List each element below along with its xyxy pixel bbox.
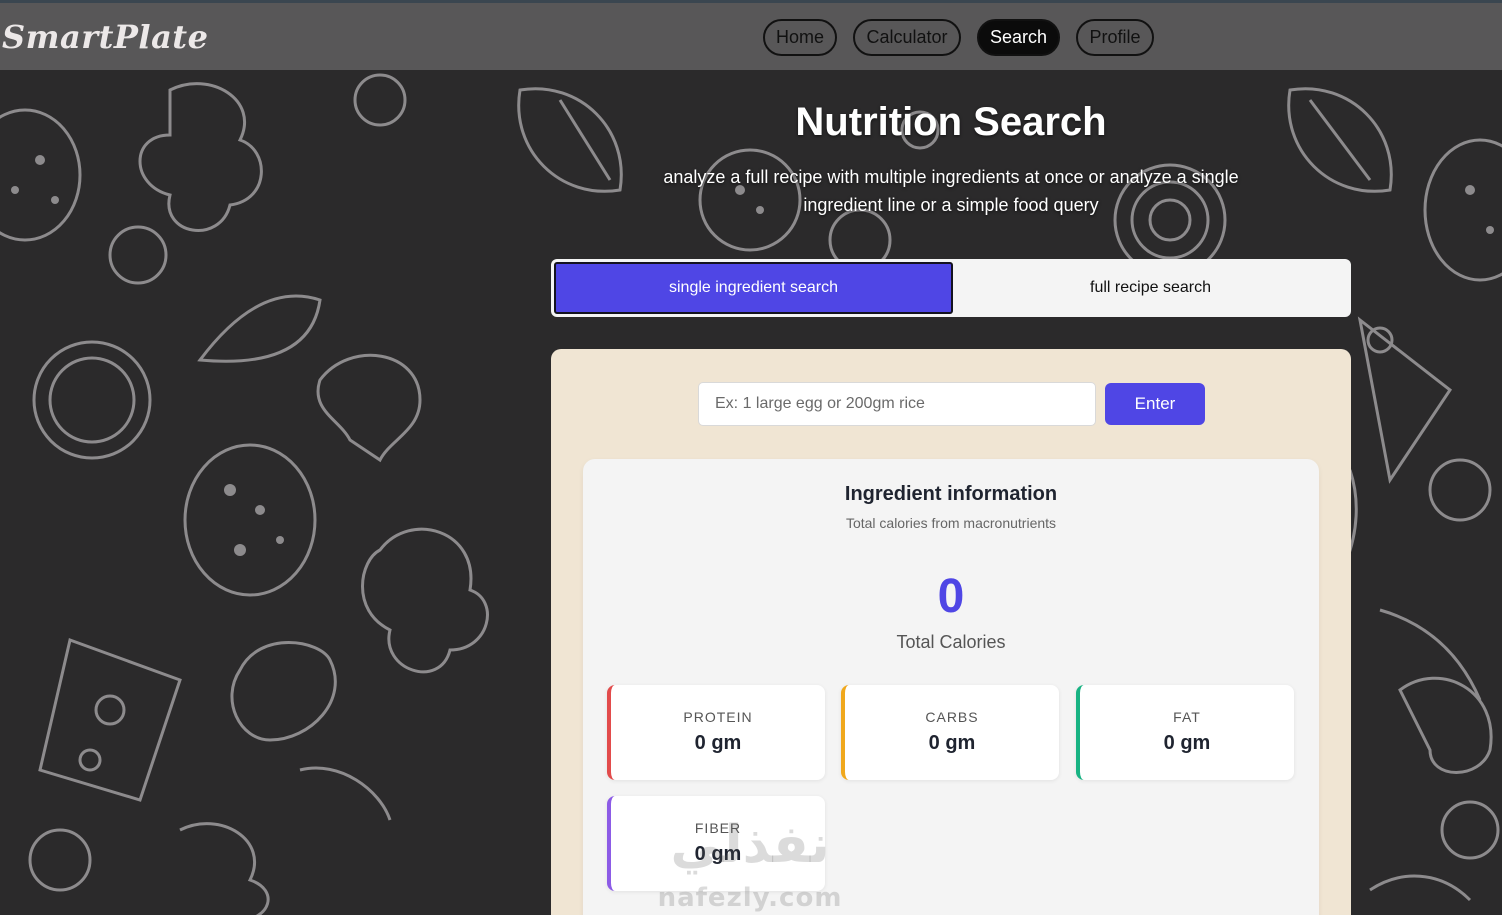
ingredient-search-input[interactable] <box>698 382 1096 426</box>
macro-card-protein: PROTEIN 0 gm <box>607 685 825 780</box>
macro-card-fat: FAT 0 gm <box>1076 685 1294 780</box>
tab-single-ingredient-search[interactable]: single ingredient search <box>554 262 953 314</box>
macro-card-carbs: CARBS 0 gm <box>841 685 1059 780</box>
search-panel: Enter Ingredient information Total calor… <box>551 349 1351 915</box>
ingredient-info-title: Ingredient information <box>844 483 1058 505</box>
top-navbar: SmartPlate Home Calculator Search Profil… <box>0 0 1502 70</box>
total-calories-label: Total Calories <box>896 632 1006 652</box>
macro-value: 0 gm <box>694 843 742 865</box>
macro-label: FIBER <box>694 820 742 836</box>
nav-profile-button[interactable]: Profile <box>1076 19 1154 56</box>
ingredient-info-subtitle: Total calories from macronutrients <box>845 515 1057 531</box>
ingredient-info-card: Ingredient information Total calories fr… <box>583 459 1319 915</box>
macro-value: 0 gm <box>1163 732 1211 754</box>
macro-value: 0 gm <box>694 732 742 754</box>
page-title: Nutrition Search <box>795 100 1107 144</box>
total-calories-value: 0 <box>937 570 965 623</box>
macro-label: FAT <box>1173 709 1201 725</box>
macro-card-fiber: FIBER 0 gm <box>607 796 825 891</box>
macro-value: 0 gm <box>928 732 976 754</box>
nav-home-button[interactable]: Home <box>763 19 837 56</box>
enter-button[interactable]: Enter <box>1105 383 1205 425</box>
nav-search-button[interactable]: Search <box>977 19 1060 56</box>
nav-calculator-button[interactable]: Calculator <box>853 19 961 56</box>
search-mode-tabs: single ingredient search full recipe sea… <box>551 259 1351 317</box>
tab-full-recipe-search[interactable]: full recipe search <box>953 262 1348 314</box>
macro-label: CARBS <box>925 709 979 725</box>
page-subtitle: analyze a full recipe with multiple ingr… <box>663 167 1239 215</box>
macro-label: PROTEIN <box>683 709 753 725</box>
app-logo[interactable]: SmartPlate <box>2 18 208 56</box>
